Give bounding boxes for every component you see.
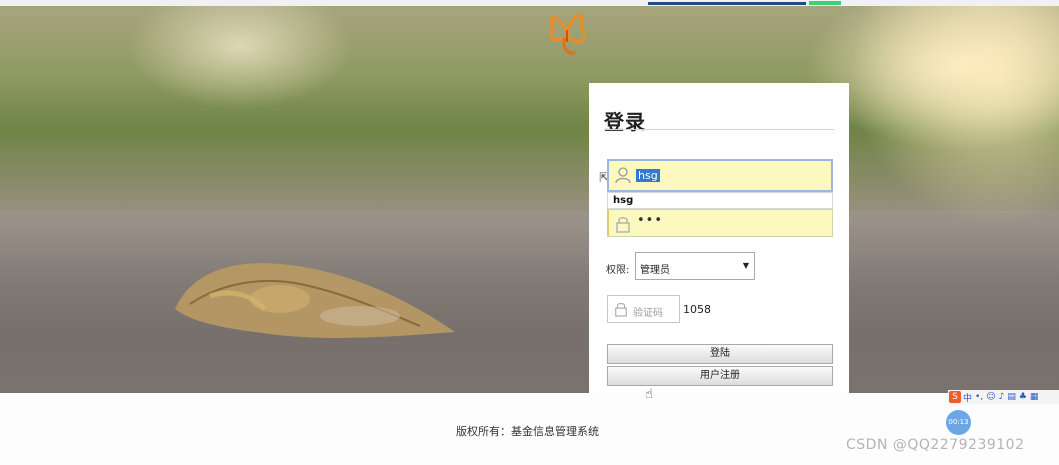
- role-label: 权限:: [606, 265, 630, 276]
- ime-punct-icon[interactable]: •,: [975, 392, 983, 402]
- password-masked-value: •••: [637, 213, 664, 228]
- dropdown-arrow-icon: ▼: [742, 261, 749, 270]
- ime-grid-icon[interactable]: ▦: [1030, 392, 1039, 402]
- ime-toolbar[interactable]: S 中 •, ☺ ♪ ▤ ♣ ▦: [948, 390, 1059, 404]
- sunlight-glow: [850, 6, 1059, 226]
- ime-mic-icon[interactable]: ♪: [999, 392, 1005, 402]
- register-button[interactable]: 用户注册: [607, 366, 833, 386]
- login-title: 登录: [604, 110, 646, 134]
- lock-icon: [615, 302, 627, 317]
- ime-emoji-icon[interactable]: ☺: [986, 392, 995, 402]
- username-input[interactable]: hsg: [607, 159, 833, 192]
- road-surface: [0, 211, 1059, 393]
- role-selected-value: 管理员: [640, 265, 670, 276]
- ime-keyboard-icon[interactable]: ▤: [1007, 392, 1016, 402]
- captcha-code: 1058: [683, 303, 711, 316]
- ime-skin-icon[interactable]: ♣: [1019, 392, 1027, 402]
- user-icon: [615, 167, 631, 184]
- title-underline: [604, 129, 834, 130]
- taskbar-segment-green: [809, 1, 841, 5]
- username-value: hsg: [636, 169, 660, 182]
- suggestion-text: hsg: [613, 195, 634, 206]
- taskbar-segment: [648, 2, 806, 5]
- captcha-input[interactable]: 验证码: [607, 295, 680, 323]
- hand-cursor-icon: ☝: [645, 387, 653, 402]
- recording-timer: 00:13: [946, 410, 971, 435]
- login-panel: 登录 ⇱ hsg hsg ••• 权限: 管理员 ▼ 验证码 1058 登陆 用…: [589, 83, 849, 393]
- captcha-placeholder: 验证码: [633, 308, 663, 319]
- copyright-text: 版权所有：基金信息管理系统: [456, 425, 599, 438]
- ime-lang-toggle[interactable]: 中: [963, 391, 972, 404]
- password-input[interactable]: •••: [607, 209, 833, 237]
- autocomplete-suggestion[interactable]: hsg: [607, 192, 833, 209]
- background-photo: [0, 6, 1059, 393]
- csdn-watermark: CSDN @QQ2279239102: [846, 437, 1025, 453]
- butterfly-logo-icon: [549, 14, 586, 55]
- fallen-leaf-image: [175, 263, 455, 338]
- ime-logo-icon[interactable]: S: [949, 391, 961, 403]
- login-button[interactable]: 登陆: [607, 344, 833, 364]
- lock-icon: [616, 217, 630, 233]
- role-select[interactable]: 管理员 ▼: [635, 252, 755, 280]
